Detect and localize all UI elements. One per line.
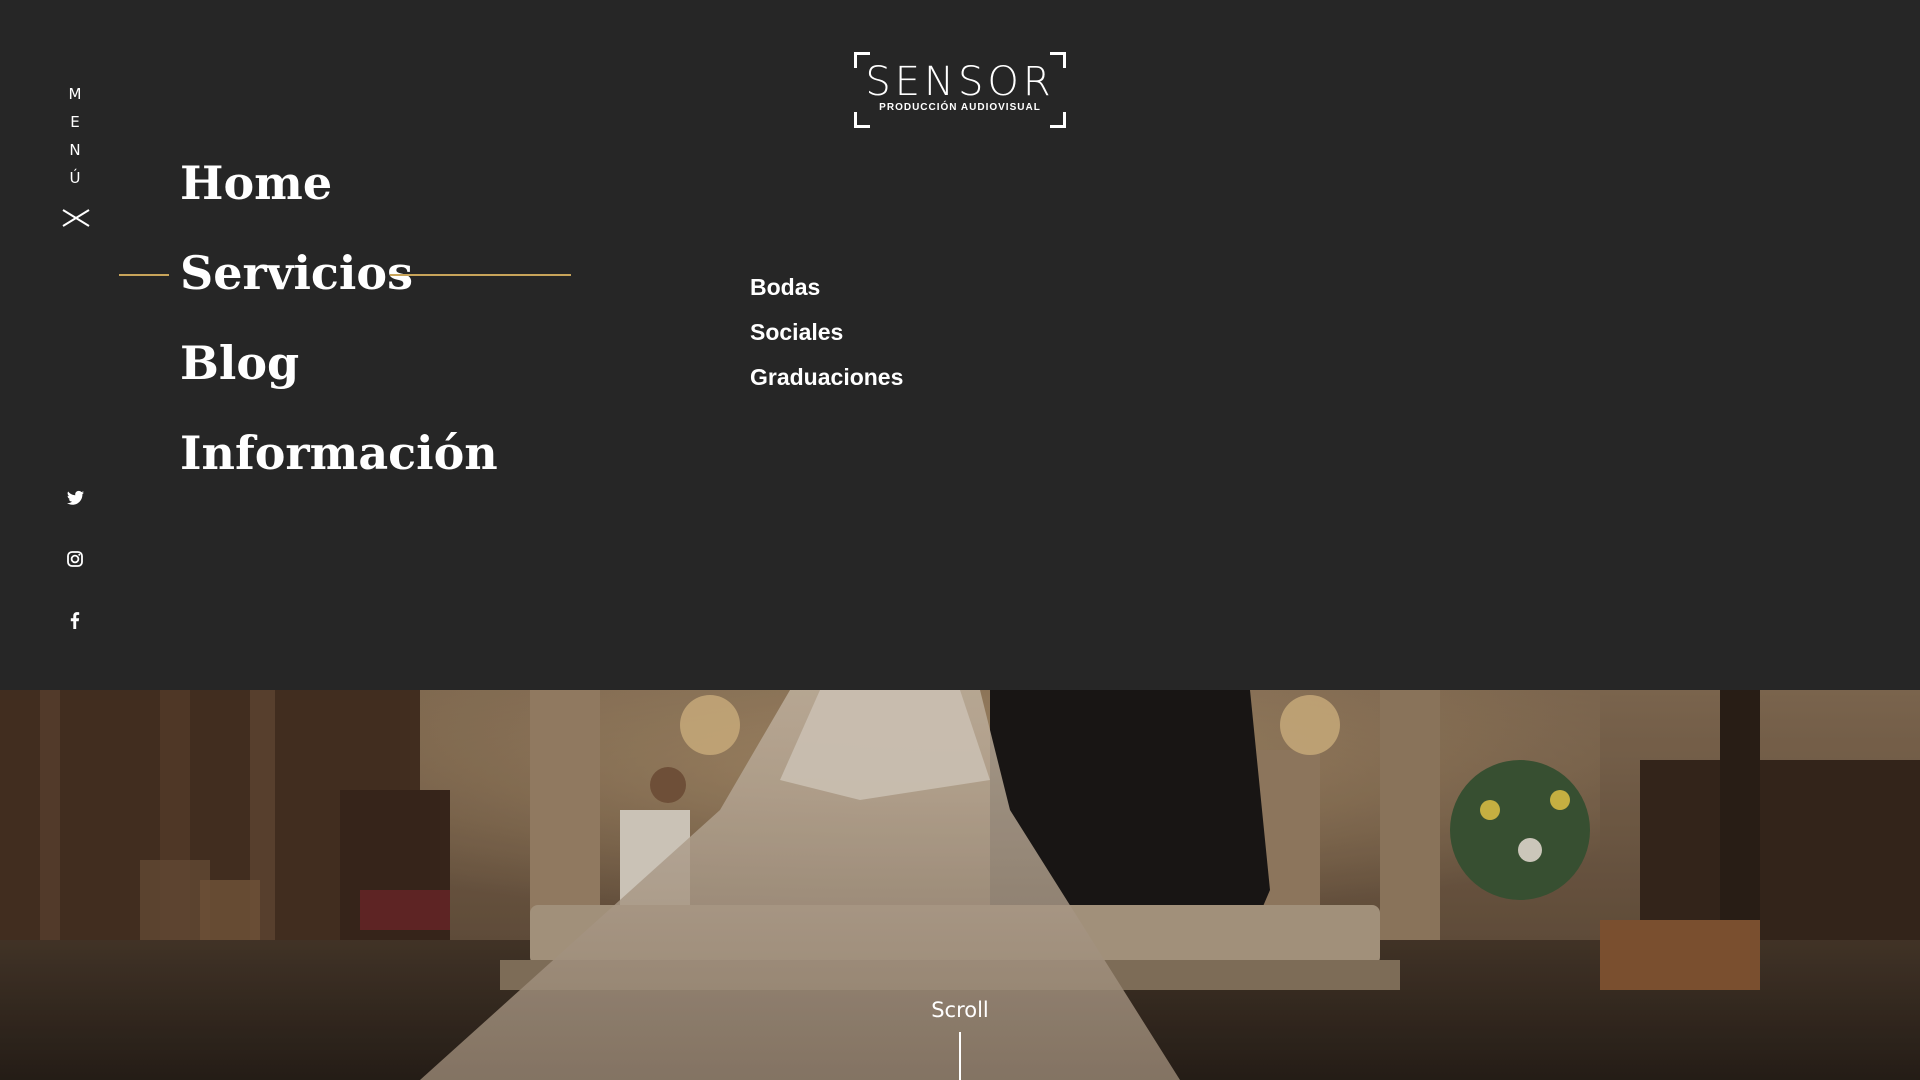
- active-indicator-line: [119, 274, 169, 276]
- nav-item-label: Servicios: [180, 246, 413, 300]
- menu-vertical-label: M E N Ú: [60, 80, 90, 192]
- nav-item-blog[interactable]: Blog: [180, 340, 498, 430]
- logo-tagline: PRODUCCIÓN AUDIOVISUAL: [879, 102, 1041, 113]
- menu-letter: N: [69, 141, 81, 159]
- nav-item-label: Blog: [180, 336, 300, 390]
- page: SENSOR PRODUCCIÓN AUDIOVISUAL M E N Ú Ho…: [0, 0, 1920, 1080]
- logo-wordmark: SENSOR: [865, 59, 1055, 105]
- menu-toggle[interactable]: M E N Ú: [60, 80, 90, 227]
- scroll-label[interactable]: Scroll: [0, 998, 1920, 1022]
- menu-letter: E: [70, 113, 80, 131]
- sub-nav-item-bodas[interactable]: Bodas: [750, 272, 903, 317]
- sub-nav-item-graduaciones[interactable]: Graduaciones: [750, 362, 903, 407]
- instagram-icon[interactable]: [60, 544, 90, 574]
- twitter-icon[interactable]: [60, 483, 90, 513]
- nav-item-label: Home: [180, 156, 333, 210]
- sub-nav: Bodas Sociales Graduaciones: [750, 272, 903, 407]
- main-nav: Home Servicios Blog Información: [119, 160, 571, 520]
- nav-item-informacion[interactable]: Información: [180, 430, 498, 520]
- active-indicator-line: [390, 274, 571, 276]
- facebook-icon[interactable]: [60, 605, 90, 635]
- logo[interactable]: SENSOR PRODUCCIÓN AUDIOVISUAL: [854, 52, 1066, 128]
- menu-panel: SENSOR PRODUCCIÓN AUDIOVISUAL M E N Ú Ho…: [0, 0, 1920, 690]
- logo-corner: [854, 112, 870, 128]
- sub-nav-item-sociales[interactable]: Sociales: [750, 317, 903, 362]
- nav-item-label: Información: [180, 426, 498, 480]
- logo-corner: [1050, 112, 1066, 128]
- menu-letter: M: [68, 85, 82, 103]
- nav-item-servicios[interactable]: Servicios: [119, 250, 571, 340]
- nav-item-home[interactable]: Home: [180, 160, 498, 250]
- social-links: [60, 483, 90, 666]
- menu-letter: Ú: [69, 169, 81, 187]
- scroll-indicator-line: [959, 1032, 961, 1080]
- close-icon[interactable]: [62, 204, 90, 232]
